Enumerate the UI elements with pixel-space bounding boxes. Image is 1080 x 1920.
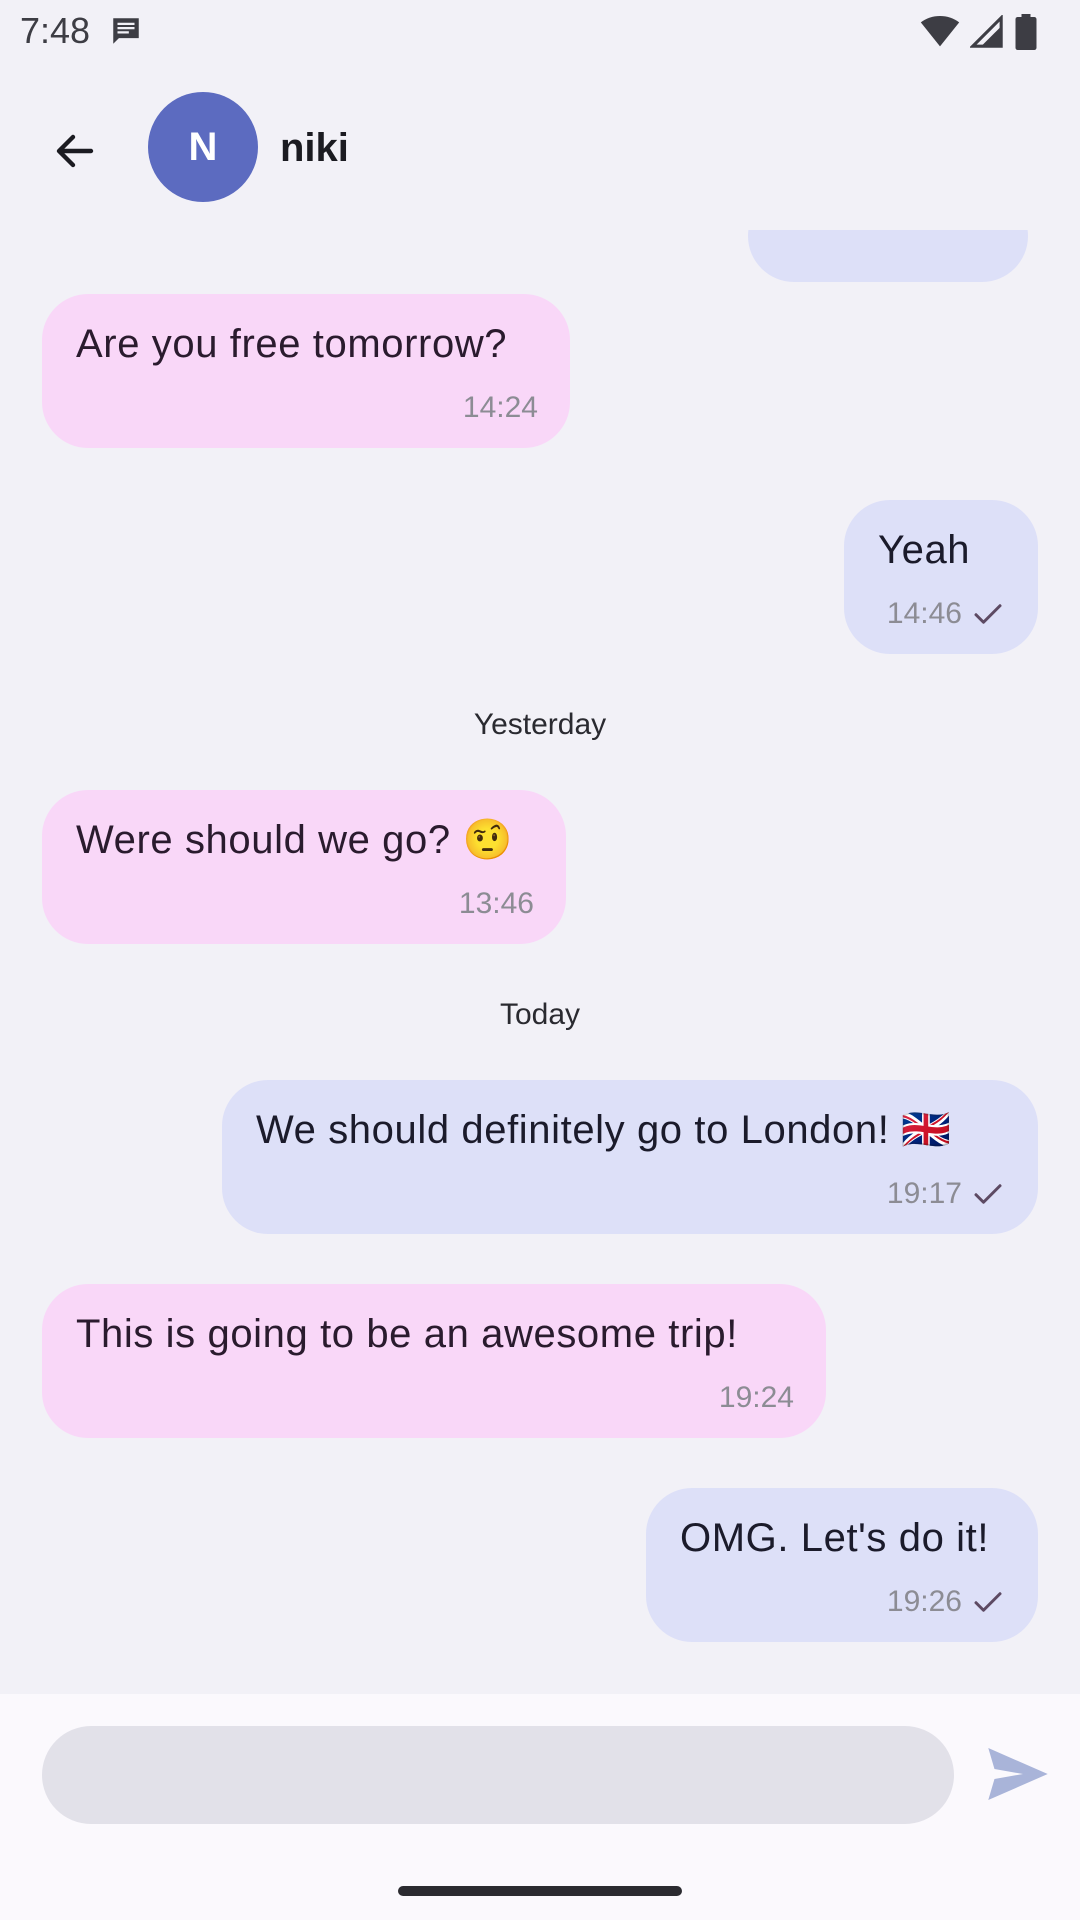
message-text: We should definitely go to London! 🇬🇧: [256, 1108, 952, 1152]
incoming-message-bubble[interactable]: Were should we go? 🤨 13:46: [42, 790, 566, 944]
message-text-body: Were should we go? 🤨: [76, 818, 513, 862]
message-text: Are you free tomorrow?: [76, 322, 508, 366]
date-separator: Yesterday: [473, 708, 607, 741]
message-time: 14:46: [886, 597, 962, 630]
send-button[interactable]: [982, 1738, 1054, 1810]
incoming-message-bubble[interactable]: Are you free tomorrow? 14:24: [42, 294, 570, 448]
wifi-icon: [920, 16, 960, 47]
message-meta: 19:17: [256, 1176, 1006, 1212]
message-time: 13:46: [458, 887, 534, 920]
message-text: This is going to be an awesome trip!: [76, 1312, 738, 1356]
status-time: 7:48: [20, 10, 91, 51]
message-meta: 19:26: [680, 1584, 1006, 1620]
message-meta: 14:46: [878, 596, 1006, 632]
status-icons: [920, 12, 1038, 52]
message-text: Yeah: [878, 528, 971, 572]
check-icon: [974, 604, 1002, 624]
message-input[interactable]: [42, 1726, 954, 1824]
outgoing-message-bubble[interactable]: OMG. Let's do it! 19:26: [646, 1488, 1038, 1642]
message-meta: 13:46: [76, 886, 534, 922]
message-composer: [0, 1694, 1080, 1920]
check-icon: [974, 1592, 1002, 1612]
outgoing-message-bubble-partial: [748, 230, 1028, 282]
outgoing-message-bubble[interactable]: Yeah 14:46: [844, 500, 1038, 654]
contact-name[interactable]: niki: [280, 126, 349, 171]
send-icon: [988, 1748, 1048, 1800]
date-separator: Today: [499, 998, 581, 1031]
message-text: OMG. Let's do it!: [680, 1516, 990, 1560]
incoming-message-bubble[interactable]: This is going to be an awesome trip! 19:…: [42, 1284, 826, 1438]
message-text: Were should we go? 🤨: [76, 816, 534, 864]
battery-icon: [1015, 14, 1037, 50]
outgoing-message-bubble[interactable]: We should definitely go to London! 🇬🇧 19…: [222, 1080, 1038, 1234]
message-icon: [113, 18, 139, 44]
status-bar: 7:48: [0, 0, 1080, 64]
chat-header: N niki: [0, 64, 1080, 230]
message-time: 19:24: [718, 1381, 794, 1414]
home-indicator[interactable]: [398, 1886, 682, 1896]
message-time: 14:24: [462, 391, 538, 424]
avatar[interactable]: N: [148, 92, 258, 202]
message-list[interactable]: Are you free tomorrow? 14:24 Yeah 14:46 …: [0, 230, 1080, 1694]
message-meta: 14:24: [76, 390, 538, 426]
message-time: 19:17: [886, 1177, 962, 1210]
message-meta: 19:24: [76, 1380, 794, 1416]
arrow-back-icon: [56, 134, 94, 168]
signal-icon: [970, 15, 1003, 48]
message-time: 19:26: [886, 1585, 962, 1618]
back-button[interactable]: [40, 116, 110, 186]
check-icon: [974, 1184, 1002, 1204]
